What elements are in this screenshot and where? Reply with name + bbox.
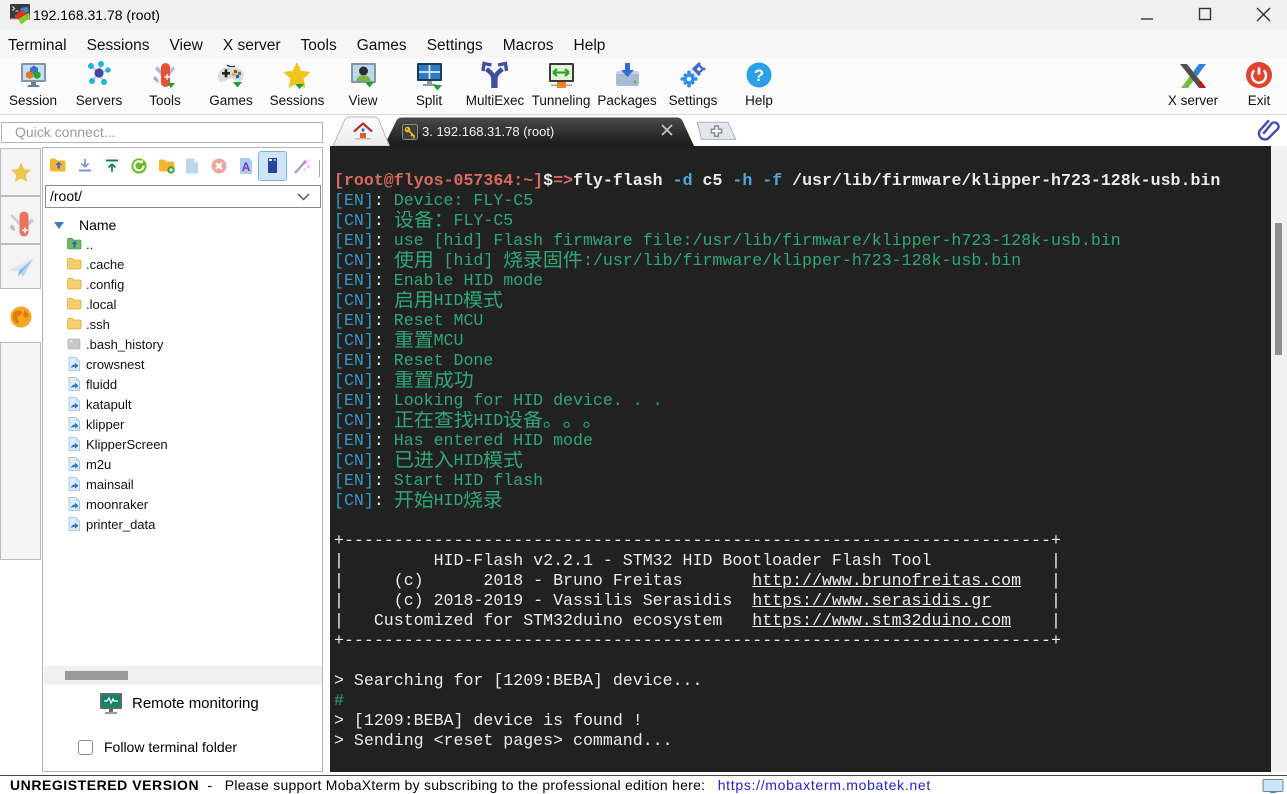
svg-text:A: A xyxy=(242,160,251,174)
svg-text:?: ? xyxy=(754,66,764,85)
